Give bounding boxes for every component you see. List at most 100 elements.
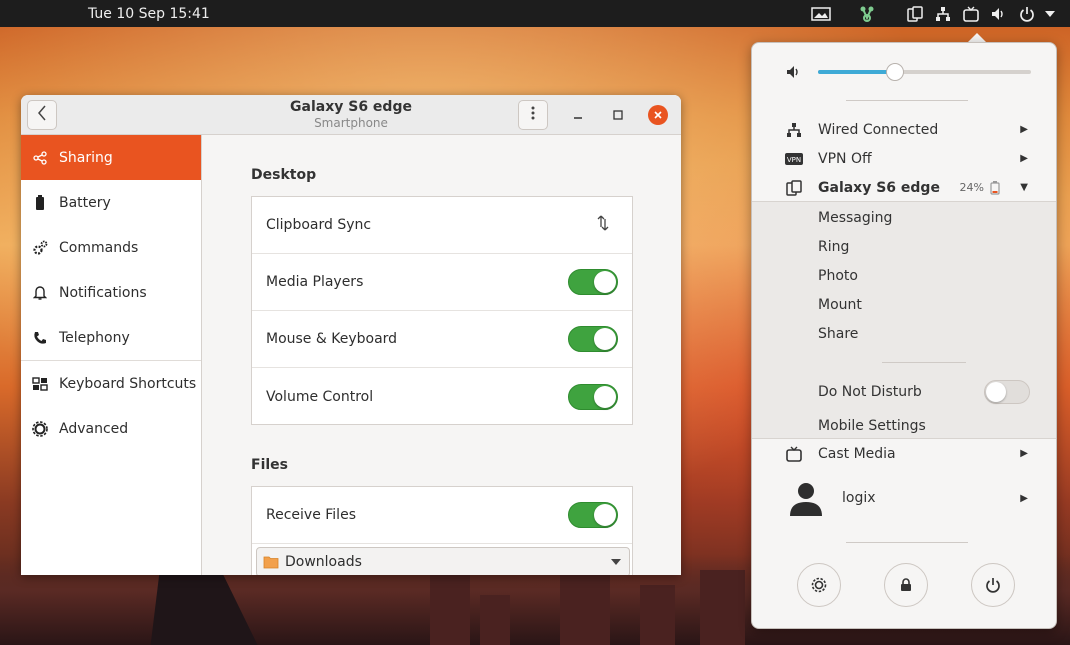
device-submenu: Messaging Ring Photo Mount Share Do Not … (752, 201, 1056, 439)
folder-icon (263, 555, 279, 569)
sidebar-item-notifications[interactable]: Notifications (21, 270, 201, 315)
close-button[interactable] (648, 105, 668, 125)
sync-icon[interactable] (596, 215, 610, 235)
header-bar: Galaxy S6 edge Smartphone (21, 95, 681, 135)
minimize-button[interactable] (568, 105, 588, 125)
mouse-keyboard-row: Mouse & Keyboard (252, 311, 632, 368)
menu-button[interactable] (518, 100, 548, 130)
mobile-settings-item[interactable]: Mobile Settings (752, 411, 1056, 440)
chevron-right-icon: ▶ (1020, 492, 1028, 504)
sidebar-item-advanced[interactable]: Advanced (21, 406, 201, 451)
network-wired-icon[interactable] (934, 4, 952, 23)
phone-connected-icon[interactable] (906, 4, 924, 23)
chevron-down-icon: ▼ (1020, 182, 1028, 193)
sidebar-item-label: Battery (59, 194, 111, 211)
mouse-keyboard-switch[interactable] (568, 326, 618, 352)
row-label: Clipboard Sync (266, 217, 372, 233)
volume-control-switch[interactable] (568, 383, 618, 410)
volume-row (752, 57, 1056, 87)
sidebar-item-keyboard-shortcuts[interactable]: Keyboard Shortcuts (21, 361, 201, 406)
svg-text:VPN: VPN (787, 156, 801, 164)
menu-separator (846, 542, 968, 543)
device-settings-window: Galaxy S6 edge Smartphone Sharing Batter… (21, 95, 681, 575)
menu-separator (846, 100, 968, 101)
sidebar-item-telephony[interactable]: Telephony (21, 315, 201, 360)
bell-icon (21, 285, 59, 301)
sidebar-item-label: Telephony (59, 329, 130, 346)
menu-item-label: Mount (818, 296, 862, 313)
volume-fill (818, 70, 895, 74)
receive-files-switch[interactable] (568, 502, 618, 528)
download-folder-label: Downloads (285, 554, 362, 570)
settings-button[interactable] (797, 563, 841, 607)
sidebar-item-label: Notifications (59, 284, 147, 301)
power-icon[interactable] (1018, 4, 1036, 23)
menu-item-messaging[interactable]: Messaging (752, 203, 1056, 232)
sidebar-item-label: Keyboard Shortcuts (59, 375, 197, 392)
network-item[interactable]: Wired Connected ▶ (752, 115, 1056, 144)
user-item[interactable]: logix ▶ (752, 477, 1056, 519)
clock[interactable]: Tue 10 Sep 15:41 (88, 6, 210, 22)
volume-control-row: Volume Control (252, 368, 632, 425)
desktop-list: Clipboard Sync Media Players Mouse & Key… (251, 196, 633, 425)
clipboard-sync-row[interactable]: Clipboard Sync (252, 197, 632, 254)
settings-icon (811, 577, 827, 593)
chevron-down-icon (611, 559, 621, 565)
cast-media-item[interactable]: Cast Media ▶ (752, 439, 1056, 468)
vpn-item[interactable]: VPN VPN Off ▶ (752, 144, 1056, 173)
sidebar-item-commands[interactable]: Commands (21, 225, 201, 270)
volume-slider[interactable] (818, 63, 1031, 81)
cast-icon[interactable] (962, 4, 980, 23)
row-label: Volume Control (266, 388, 374, 405)
gsconnect-app-icon[interactable] (857, 4, 877, 23)
sidebar-item-label: Advanced (59, 420, 129, 437)
receive-files-row: Receive Files (252, 487, 632, 544)
battery-low-icon (990, 180, 1000, 195)
menu-item-label: Do Not Disturb (818, 383, 922, 400)
sidebar: Sharing Battery Commands Notifications T… (21, 135, 202, 575)
menu-arrow-icon[interactable] (1043, 4, 1057, 23)
media-players-switch[interactable] (568, 269, 618, 295)
sidebar-item-sharing[interactable]: Sharing (21, 135, 201, 180)
chevron-right-icon: ▶ (1020, 124, 1028, 135)
menu-item-share[interactable]: Share (752, 319, 1056, 348)
user-label: logix (842, 490, 876, 506)
row-label: Media Players (266, 274, 364, 290)
menu-item-ring[interactable]: Ring (752, 232, 1056, 261)
volume-slider-handle[interactable] (886, 63, 904, 81)
menu-item-label: Photo (818, 267, 858, 284)
kebab-menu-icon (531, 106, 535, 124)
do-not-disturb-switch[interactable] (984, 379, 1030, 404)
chevron-right-icon: ▶ (1020, 153, 1028, 164)
lock-icon (900, 578, 912, 592)
power-button[interactable] (971, 563, 1015, 607)
menu-separator (882, 362, 966, 363)
battery-icon (21, 194, 59, 211)
share-icon (21, 150, 59, 165)
maximize-button[interactable] (608, 105, 628, 125)
device-battery-level: 24% (959, 181, 984, 194)
sidebar-item-label: Commands (59, 239, 139, 256)
advanced-icon (21, 420, 59, 437)
lock-button[interactable] (884, 563, 928, 607)
top-bar: Tue 10 Sep 15:41 (0, 0, 1070, 27)
row-label: Mouse & Keyboard (266, 331, 398, 347)
power-icon (985, 577, 1001, 593)
sidebar-item-battery[interactable]: Battery (21, 180, 201, 225)
network-label: Wired Connected (818, 121, 939, 138)
section-title-desktop: Desktop (251, 167, 317, 183)
menu-item-mount[interactable]: Mount (752, 290, 1056, 319)
volume-icon[interactable] (989, 4, 1007, 23)
commands-icon (21, 240, 59, 256)
keyboard-shortcuts-icon (21, 376, 59, 391)
download-folder-select[interactable]: Downloads (256, 547, 630, 575)
do-not-disturb-item[interactable]: Do Not Disturb (752, 377, 1056, 406)
menu-item-photo[interactable]: Photo (752, 261, 1056, 290)
vpn-icon: VPN (784, 152, 804, 165)
network-wired-icon (784, 122, 804, 138)
device-item[interactable]: Galaxy S6 edge 24% ▼ (752, 173, 1056, 202)
phone-connected-icon (784, 179, 804, 196)
screenshot-icon[interactable] (810, 4, 832, 23)
media-players-row: Media Players (252, 254, 632, 311)
sharing-panel: Desktop Clipboard Sync Media Players Mou… (203, 135, 681, 575)
